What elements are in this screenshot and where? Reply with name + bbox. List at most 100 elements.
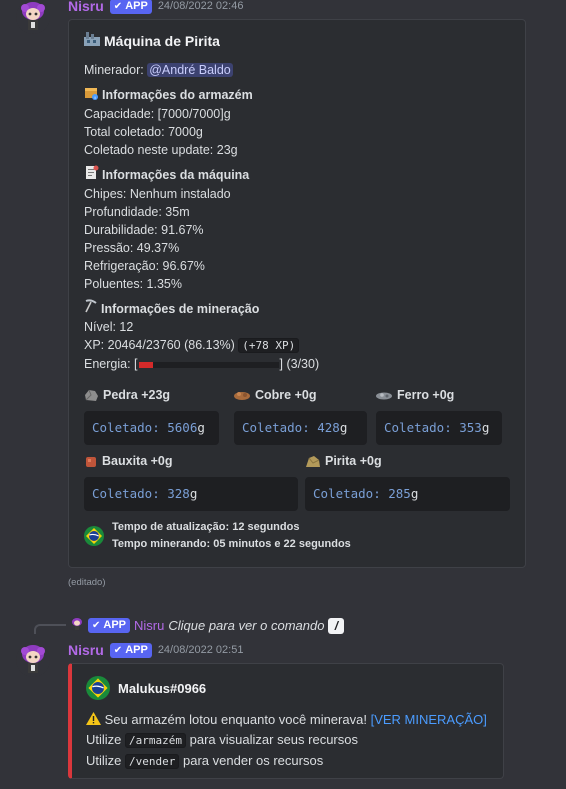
energy-suffix: ] (3/30) bbox=[279, 357, 320, 371]
factory-icon bbox=[84, 32, 100, 49]
field-name-text: Pedra +23g bbox=[103, 388, 171, 402]
rock-icon bbox=[85, 389, 98, 401]
machine-title-text: Informações da máquina bbox=[102, 168, 250, 182]
mining-embed: Máquina de Pirita Minerador: @André Bald… bbox=[68, 19, 526, 568]
storage-command-desc: para visualizar seus recursos bbox=[189, 732, 358, 747]
embed-title-text: Máquina de Pirita bbox=[104, 32, 220, 49]
pickaxe-icon bbox=[84, 299, 98, 318]
energy-fill bbox=[138, 361, 153, 368]
embed-title: Máquina de Pirita bbox=[84, 32, 510, 49]
coletado-unit: g bbox=[339, 420, 348, 435]
sell-command-desc: para vender os recursos bbox=[183, 753, 324, 768]
app-badge-label: APP bbox=[125, 643, 148, 656]
copper-icon bbox=[234, 392, 250, 400]
document-icon bbox=[84, 165, 99, 185]
embed-author-name: Malukus#0966 bbox=[118, 680, 207, 696]
reply-connector bbox=[34, 624, 66, 634]
brazil-flag-icon bbox=[84, 526, 104, 546]
message-header: Nisru ✔ APP 24/08/2022 02:51 bbox=[68, 642, 243, 658]
app-badge: ✔ APP bbox=[109, 0, 152, 14]
machine-section-title: Informações da máquina bbox=[84, 165, 510, 185]
energy-line: Energia: [ ] (3/30) bbox=[84, 355, 510, 373]
level-line: Nível: 12 bbox=[84, 320, 134, 334]
utilize-text: Utilize bbox=[86, 753, 122, 768]
check-icon: ✔ bbox=[113, 0, 123, 12]
coletado-value: Coletado: 5606 bbox=[92, 420, 198, 435]
avatar[interactable] bbox=[16, 0, 50, 34]
machine-pressure: Pressão: 49.37% bbox=[84, 241, 180, 255]
storage-title-text: Informações do armazém bbox=[102, 88, 253, 102]
coletado-codebox: Coletado: 428g bbox=[234, 411, 367, 445]
coletado-value: Coletado: 428 bbox=[242, 420, 340, 435]
app-badge: ✔ APP bbox=[88, 618, 131, 633]
storage-command-code: /armazém bbox=[125, 733, 187, 748]
user-mention[interactable]: @André Baldo bbox=[147, 63, 233, 77]
coletado-codebox: Coletado: 5606g bbox=[84, 411, 219, 445]
message-header: Nisru ✔ APP 24/08/2022 02:46 bbox=[68, 0, 243, 14]
coletado-codebox: Coletado: 285g bbox=[305, 477, 510, 511]
sell-command-code: /vender bbox=[125, 754, 180, 769]
storage-update: Coletado neste update: 23g bbox=[84, 143, 238, 157]
warning-text: Seu armazém lotou enquanto você minerava… bbox=[104, 712, 367, 727]
view-mining-link[interactable]: [VER MINERAÇÃO] bbox=[371, 712, 487, 727]
xp-line: XP: 20464/23760 (86.13%) (+78 XP) bbox=[84, 336, 510, 355]
field-name-cobre: Cobre +0g bbox=[234, 388, 316, 402]
energy-bar bbox=[138, 361, 279, 368]
coletado-unit: g bbox=[481, 420, 490, 435]
warning-icon bbox=[86, 712, 101, 727]
utilize-text: Utilize bbox=[86, 732, 122, 747]
author-name[interactable]: Nisru bbox=[68, 642, 104, 658]
sell-command-line: Utilize /vender para vender os recursos bbox=[86, 751, 489, 772]
field-name-text: Ferro +0g bbox=[397, 388, 455, 402]
reply-author[interactable]: Nisru bbox=[134, 618, 164, 633]
coletado-unit: g bbox=[410, 486, 419, 501]
author-name[interactable]: Nisru bbox=[68, 0, 104, 14]
storage-section-title: i Informações do armazém bbox=[84, 85, 510, 105]
coletado-value: Coletado: 353 bbox=[384, 420, 482, 435]
miner-label: Minerador: bbox=[84, 63, 144, 77]
pyrite-icon bbox=[306, 455, 320, 467]
field-name-text: Cobre +0g bbox=[255, 388, 317, 402]
brazil-flag-icon bbox=[86, 676, 110, 700]
coletado-value: Coletado: 328 bbox=[92, 486, 190, 501]
field-name-pirita: Pirita +0g bbox=[305, 454, 382, 468]
reply-reference[interactable]: ✔ APP Nisru Clique para ver o comando / bbox=[70, 617, 345, 634]
app-badge-label: APP bbox=[103, 619, 127, 631]
footer-mining-time: Tempo minerando: 05 minutos e 22 segundo… bbox=[112, 538, 351, 550]
field-name-pedra: Pedra +23g bbox=[84, 388, 170, 402]
warning-embed: Malukus#0966 Seu armazém lotou enquanto … bbox=[68, 663, 504, 779]
iron-icon bbox=[376, 392, 392, 399]
edited-label: (editado) bbox=[68, 577, 106, 588]
coletado-value: Coletado: 285 bbox=[313, 486, 411, 501]
xp-text: XP: 20464/23760 (86.13%) bbox=[84, 338, 235, 352]
svg-text:i: i bbox=[94, 95, 95, 100]
field-name-bauxita: Bauxita +0g bbox=[84, 454, 173, 468]
timestamp: 24/08/2022 02:51 bbox=[157, 644, 244, 656]
warning-line: Seu armazém lotou enquanto você minerava… bbox=[86, 710, 489, 730]
coletado-unit: g bbox=[197, 420, 205, 435]
machine-pollutants: Poluentes: 1.35% bbox=[84, 277, 182, 291]
reply-command-link[interactable]: Clique para ver o comando bbox=[168, 618, 324, 633]
package-icon: i bbox=[84, 85, 99, 105]
storage-total: Total coletado: 7000g bbox=[84, 125, 203, 139]
avatar[interactable] bbox=[16, 643, 50, 677]
coletado-codebox: Coletado: 353g bbox=[376, 411, 502, 445]
storage-command-line: Utilize /armazém para visualizar seus re… bbox=[86, 730, 489, 751]
slash-command-icon: / bbox=[328, 617, 345, 634]
machine-depth: Profundidade: 35m bbox=[84, 205, 190, 219]
app-badge-label: APP bbox=[125, 0, 148, 12]
energy-label: Energia: [ bbox=[84, 357, 138, 371]
mining-section-title: Informações de mineração bbox=[84, 299, 510, 318]
app-badge: ✔ APP bbox=[109, 642, 152, 658]
storage-capacity: Capacidade: [7000/7000]g bbox=[84, 107, 231, 121]
check-icon: ✔ bbox=[113, 644, 123, 656]
coletado-unit: g bbox=[189, 486, 198, 501]
embed-author: Malukus#0966 bbox=[86, 676, 489, 700]
machine-durability: Durabilidade: 91.67% bbox=[84, 223, 204, 237]
xp-gain-code: (+78 XP) bbox=[238, 338, 300, 353]
bauxite-icon bbox=[86, 456, 96, 467]
field-name-text: Pirita +0g bbox=[325, 454, 382, 468]
mining-title-text: Informações de mineração bbox=[101, 301, 260, 316]
footer-update-time: Tempo de atualização: 12 segundos bbox=[112, 521, 300, 533]
miner-line: Minerador: @André Baldo bbox=[84, 61, 510, 79]
